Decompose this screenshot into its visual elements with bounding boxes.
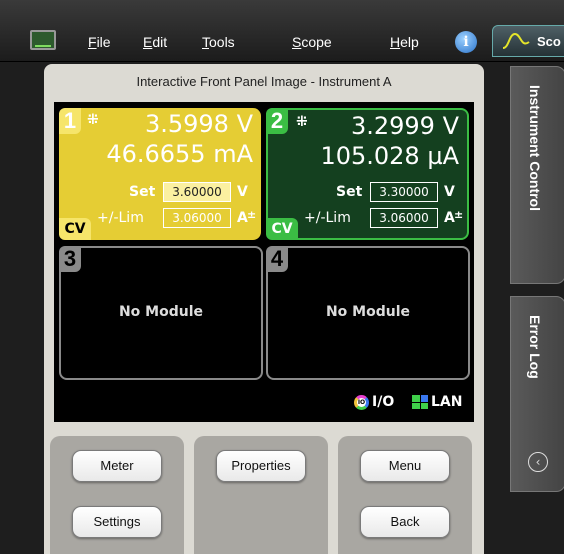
menu-scope[interactable]: Scope xyxy=(292,34,332,50)
sine-wave-icon xyxy=(502,32,530,49)
limit-label: +/-Lim xyxy=(304,210,351,226)
channel-2-panel[interactable]: 2 ⁜ 3.2999 V 105.028 µA Set 3.30000 V +/… xyxy=(266,108,469,240)
channel-4-panel[interactable]: 4 No Module xyxy=(266,246,470,380)
menu-button[interactable]: Menu xyxy=(360,450,450,482)
set-label: Set xyxy=(336,184,363,200)
channel-number: 3 xyxy=(59,246,81,272)
menu-help[interactable]: Help xyxy=(390,34,419,50)
lan-status: LAN xyxy=(412,394,462,410)
channel-1-mode: CV xyxy=(59,218,91,240)
menu-tools[interactable]: Tools xyxy=(202,34,235,50)
tab-instrument-control[interactable]: Instrument Control xyxy=(510,66,564,284)
set-unit: V xyxy=(444,184,455,200)
menu-edit[interactable]: Edit xyxy=(143,34,167,50)
limit-arrow-icon: ± xyxy=(247,208,257,221)
set-unit: V xyxy=(237,184,248,200)
app-icon[interactable] xyxy=(30,30,56,50)
limit-label: +/-Lim xyxy=(97,210,144,226)
io-icon: IO xyxy=(354,394,369,410)
menu-file[interactable]: File xyxy=(88,34,111,50)
info-icon[interactable]: i xyxy=(455,31,477,53)
scope-tab-label: Sco xyxy=(537,34,561,49)
channel-number: 4 xyxy=(266,246,288,272)
instrument-control-label: Instrument Control xyxy=(527,85,543,211)
no-module-label: No Module xyxy=(118,304,204,320)
limit-arrow-icon: ± xyxy=(454,208,464,221)
back-button[interactable]: Back xyxy=(360,506,450,538)
channel-2-current: 105.028 µA xyxy=(320,142,459,170)
channel-1-current: 46.6655 mA xyxy=(106,140,253,168)
error-log-label: Error Log xyxy=(527,315,543,379)
lan-label: LAN xyxy=(431,394,463,410)
channel-number: 1 xyxy=(59,108,81,134)
sidebar: Instrument Control Error Log ‹ xyxy=(496,62,564,554)
channel-2-mode: CV xyxy=(266,218,298,240)
io-label: I/O xyxy=(372,394,395,410)
channel-1-voltage: 3.5998 V xyxy=(144,110,253,138)
settings-button[interactable]: Settings xyxy=(72,506,162,538)
button-group-left: Meter Settings xyxy=(50,436,184,554)
set-label: Set xyxy=(129,184,156,200)
button-group-middle: Properties xyxy=(194,436,328,554)
channel-1-set-field[interactable]: 3.60000 xyxy=(163,182,231,202)
button-group-right: Menu Back xyxy=(338,436,472,554)
channel-2-limit-field[interactable]: 3.06000 xyxy=(370,208,438,228)
instrument-screen: 1 ⁜ 3.5998 V 46.6655 mA Set 3.60000 V +/… xyxy=(54,102,474,422)
output-symbol-icon: ⁜ xyxy=(296,114,308,130)
lan-icon xyxy=(412,395,428,409)
chevron-left-icon[interactable]: ‹ xyxy=(528,452,548,472)
channel-3-panel[interactable]: 3 No Module xyxy=(59,246,263,380)
menu-bar: File Edit Tools Scope Help i Sco xyxy=(0,0,564,62)
panel-title: Interactive Front Panel Image - Instrume… xyxy=(136,74,392,89)
channel-2-voltage: 3.2999 V xyxy=(350,112,459,140)
channel-number: 2 xyxy=(266,108,288,134)
meter-button[interactable]: Meter xyxy=(72,450,162,482)
scope-tab[interactable]: Sco xyxy=(492,25,564,57)
no-module-label: No Module xyxy=(325,304,411,320)
output-symbol-icon: ⁜ xyxy=(87,112,99,128)
properties-button[interactable]: Properties xyxy=(216,450,306,482)
io-status: IO I/O xyxy=(354,394,394,410)
channel-1-limit-field[interactable]: 3.06000 xyxy=(163,208,231,228)
front-panel: Interactive Front Panel Image - Instrume… xyxy=(44,64,484,554)
channel-1-panel[interactable]: 1 ⁜ 3.5998 V 46.6655 mA Set 3.60000 V +/… xyxy=(59,108,261,240)
channel-2-set-field[interactable]: 3.30000 xyxy=(370,182,438,202)
